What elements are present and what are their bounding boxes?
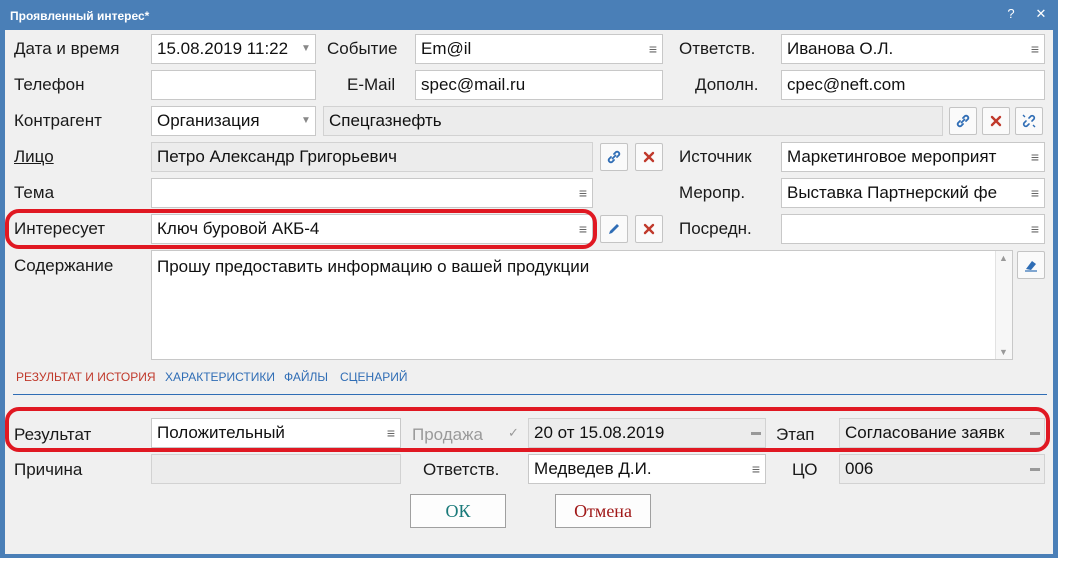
additional-field[interactable]: cpec@neft.com [781, 70, 1045, 100]
link-counterparty-button[interactable] [949, 107, 977, 135]
counterparty-type-select[interactable]: Организация ▼ [151, 106, 316, 136]
additional-label: Дополн. [695, 75, 759, 94]
activity-field[interactable]: Выставка Партнерский фе ≡ [781, 178, 1045, 208]
clear-counterparty-button[interactable] [982, 107, 1010, 135]
responsible-label: Ответств. [679, 39, 756, 58]
dialog-body: Дата и время 15.08.2019 11:22 ▼ Событие … [5, 30, 1053, 554]
intermediary-field[interactable]: ≡ [781, 214, 1045, 244]
close-icon [643, 151, 655, 163]
menu-icon[interactable]: ≡ [1028, 41, 1042, 57]
scrollbar[interactable]: ▲ ▼ [995, 251, 1012, 359]
reason-label: Причина [14, 460, 83, 479]
dialog-window: Проявленный интерес* ? ✕ Дата и время 15… [0, 0, 1058, 558]
unlink-counterparty-button[interactable] [1015, 107, 1043, 135]
content-label: Содержание [14, 256, 114, 275]
person-value: Петро Александр Григорьевич [157, 147, 397, 166]
counterparty-type-value: Организация [157, 111, 260, 130]
responsible-value: Иванова О.Л. [787, 39, 894, 58]
result-highlight [5, 407, 1050, 452]
email-field[interactable]: spec@mail.ru [415, 70, 663, 100]
cancel-button[interactable]: Отмена [555, 494, 651, 528]
result-responsible-label: Ответств. [423, 460, 500, 479]
person-field[interactable]: Петро Александр Григорьевич [151, 142, 593, 172]
topic-label: Тема [14, 183, 55, 202]
link-person-button[interactable] [600, 143, 628, 171]
reason-field[interactable] [151, 454, 401, 484]
menu-icon[interactable]: ≡ [1028, 185, 1042, 201]
topic-field[interactable]: ≡ [151, 178, 593, 208]
datetime-value: 15.08.2019 11:22 [157, 39, 289, 58]
responsible-field[interactable]: Иванова О.Л. ≡ [781, 34, 1045, 64]
clear-person-button[interactable] [635, 143, 663, 171]
source-label: Источник [679, 147, 752, 166]
menu-icon[interactable]: ≡ [576, 185, 590, 201]
result-responsible-value: Медведев Д.И. [534, 459, 652, 478]
menu-icon[interactable]: ≡ [1028, 221, 1042, 237]
chevron-down-icon[interactable]: ▼ [300, 112, 312, 130]
scroll-up-icon[interactable]: ▲ [999, 253, 1008, 263]
intermediary-label: Посредн. [679, 219, 752, 238]
phone-label: Телефон [14, 75, 85, 94]
activity-value: Выставка Партнерский фе [787, 183, 998, 202]
clear-content-button[interactable] [1017, 251, 1045, 279]
close-icon [990, 115, 1002, 127]
result-responsible-field[interactable]: Медведев Д.И. ≡ [528, 454, 766, 484]
email-label: E-Mail [347, 75, 396, 94]
interest-highlight [5, 209, 597, 249]
datetime-field[interactable]: 15.08.2019 11:22 ▼ [151, 34, 316, 64]
tab-scenario[interactable]: СЦЕНАРИЙ [340, 370, 407, 384]
link-icon [607, 150, 621, 164]
menu-icon[interactable]: ≡ [749, 461, 763, 477]
source-value: Маркетинговое мероприят [787, 147, 997, 166]
tab-characteristics[interactable]: ХАРАКТЕРИСТИКИ [165, 370, 275, 384]
phone-field[interactable] [151, 70, 316, 100]
eraser-icon [1025, 261, 1037, 272]
edit-interest-button[interactable] [600, 215, 628, 243]
tab-result-history[interactable]: РЕЗУЛЬТАТ И ИСТОРИЯ [16, 370, 156, 384]
event-field[interactable]: Em@il ≡ [415, 34, 663, 64]
counterparty-value: Спецгазнефть [329, 111, 442, 130]
help-button[interactable]: ? [1000, 4, 1022, 24]
close-icon [643, 223, 655, 235]
unlink-icon [1022, 114, 1036, 128]
source-field[interactable]: Маркетинговое мероприят ≡ [781, 142, 1045, 172]
content-textarea[interactable]: Прошу предоставить информацию о вашей пр… [151, 250, 1013, 360]
clear-interest-button[interactable] [635, 215, 663, 243]
event-value: Em@il [421, 39, 472, 58]
window-title: Проявленный интерес* [10, 9, 150, 23]
menu-icon[interactable]: ≡ [646, 41, 660, 57]
link-icon [956, 114, 970, 128]
ok-button[interactable]: ОК [410, 494, 506, 528]
folder-icon[interactable]: ▬ [1029, 462, 1041, 476]
co-label: ЦО [792, 460, 818, 479]
tab-files[interactable]: ФАЙЛЫ [284, 370, 328, 384]
title-bar[interactable]: Проявленный интерес* ? ✕ [0, 0, 1058, 30]
chevron-down-icon[interactable]: ▼ [300, 40, 312, 58]
pencil-icon [609, 224, 619, 234]
co-value: 006 [845, 459, 874, 478]
activity-label: Меропр. [679, 183, 746, 202]
scroll-down-icon[interactable]: ▼ [999, 347, 1008, 357]
counterparty-field[interactable]: Спецгазнефть [323, 106, 943, 136]
close-button[interactable]: ✕ [1030, 4, 1052, 24]
content-value: Прошу предоставить информацию о вашей пр… [157, 257, 590, 276]
additional-value: cpec@neft.com [787, 75, 906, 94]
datetime-label: Дата и время [14, 39, 120, 58]
email-value: spec@mail.ru [421, 75, 526, 94]
tab-divider [13, 394, 1047, 395]
person-label[interactable]: Лицо [14, 147, 54, 167]
menu-icon[interactable]: ≡ [1028, 149, 1042, 165]
counterparty-label: Контрагент [14, 111, 102, 130]
event-label: Событие [327, 39, 398, 58]
co-field[interactable]: 006 ▬ [839, 454, 1045, 484]
